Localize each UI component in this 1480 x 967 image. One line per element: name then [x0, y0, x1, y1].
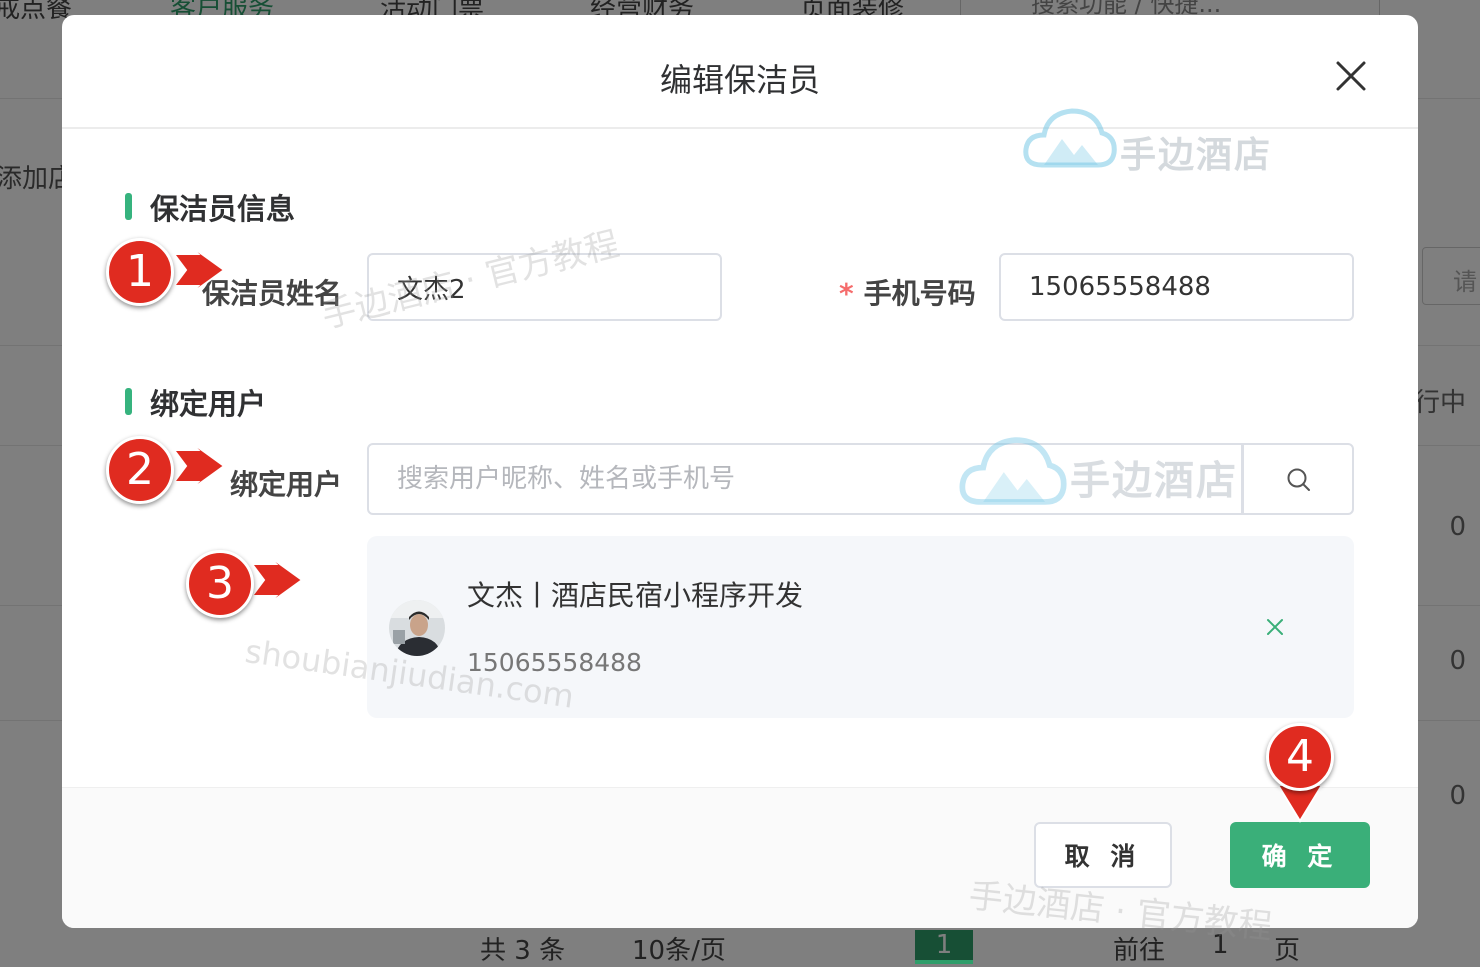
step-number: 3 — [186, 550, 254, 618]
bound-user-name: 文杰丨酒店民宿小程序开发 — [467, 579, 804, 612]
phone-label-text: 手机号码 — [863, 277, 976, 310]
close-icon[interactable] — [1334, 59, 1368, 93]
bind-user-label: 绑定用户 — [230, 468, 343, 501]
arrow-right-icon — [172, 439, 226, 493]
section-title-info: 保洁员信息 — [150, 192, 296, 226]
user-avatar — [389, 600, 445, 656]
step-number: 1 — [106, 238, 174, 306]
remove-user-icon[interactable] — [1264, 616, 1286, 638]
step-number: 4 — [1266, 723, 1334, 791]
watermark-logo-icon — [959, 437, 1067, 505]
dialog-header: 编辑保洁员 — [62, 15, 1418, 129]
confirm-button[interactable]: 确 定 — [1230, 822, 1370, 888]
section-accent-bar — [125, 388, 132, 415]
watermark-logo-text: 手边酒店 — [1120, 135, 1273, 176]
search-button[interactable] — [1242, 443, 1354, 515]
step-number: 2 — [106, 436, 174, 504]
required-mark: * — [839, 277, 854, 310]
arrow-right-icon — [250, 553, 304, 607]
section-accent-bar — [125, 193, 132, 220]
arrow-right-icon — [172, 243, 226, 297]
section-title-bind: 绑定用户 — [150, 387, 267, 421]
watermark-logo-text: 手边酒店 — [1070, 458, 1238, 504]
search-icon — [1287, 468, 1310, 491]
phone-input[interactable] — [999, 253, 1354, 321]
watermark-logo-icon — [1023, 108, 1117, 168]
dialog-title: 编辑保洁员 — [659, 61, 820, 99]
phone-label: * 手机号码 — [839, 272, 976, 312]
